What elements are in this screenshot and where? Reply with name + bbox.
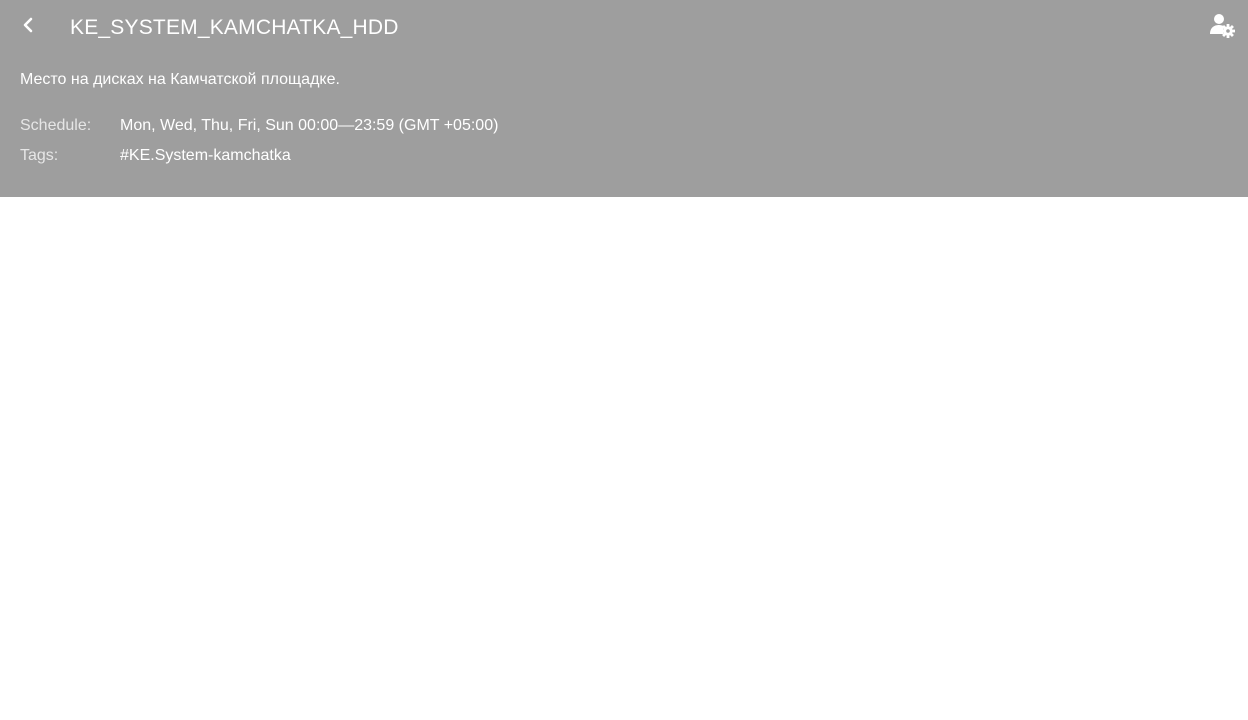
tags-label: Tags: [20,147,59,164]
schedule-row: Schedule: Mon, Wed, Thu, Fri, Sun 00:00—2… [20,117,498,135]
schedule-value: Mon, Wed, Thu, Fri, Sun 00:00—23:59 (GMT… [120,117,499,134]
description-text: Место на дисках на Камчатской площадке. [20,71,340,88]
user-settings-button[interactable] [1208,12,1236,45]
header-panel: KE_SYSTEM_KAMCHATKA_HDD Место на дисках … [0,0,1248,197]
schedule-label: Schedule: [20,117,92,134]
chevron-left-icon [21,17,35,38]
user-settings-icon [1208,12,1236,45]
page-title: KE_SYSTEM_KAMCHATKA_HDD [70,16,399,39]
back-button[interactable] [16,14,40,40]
tag-link[interactable]: #KE.System-kamchatka [120,147,291,165]
tags-row: Tags: #KE.System-kamchatka [20,147,291,165]
